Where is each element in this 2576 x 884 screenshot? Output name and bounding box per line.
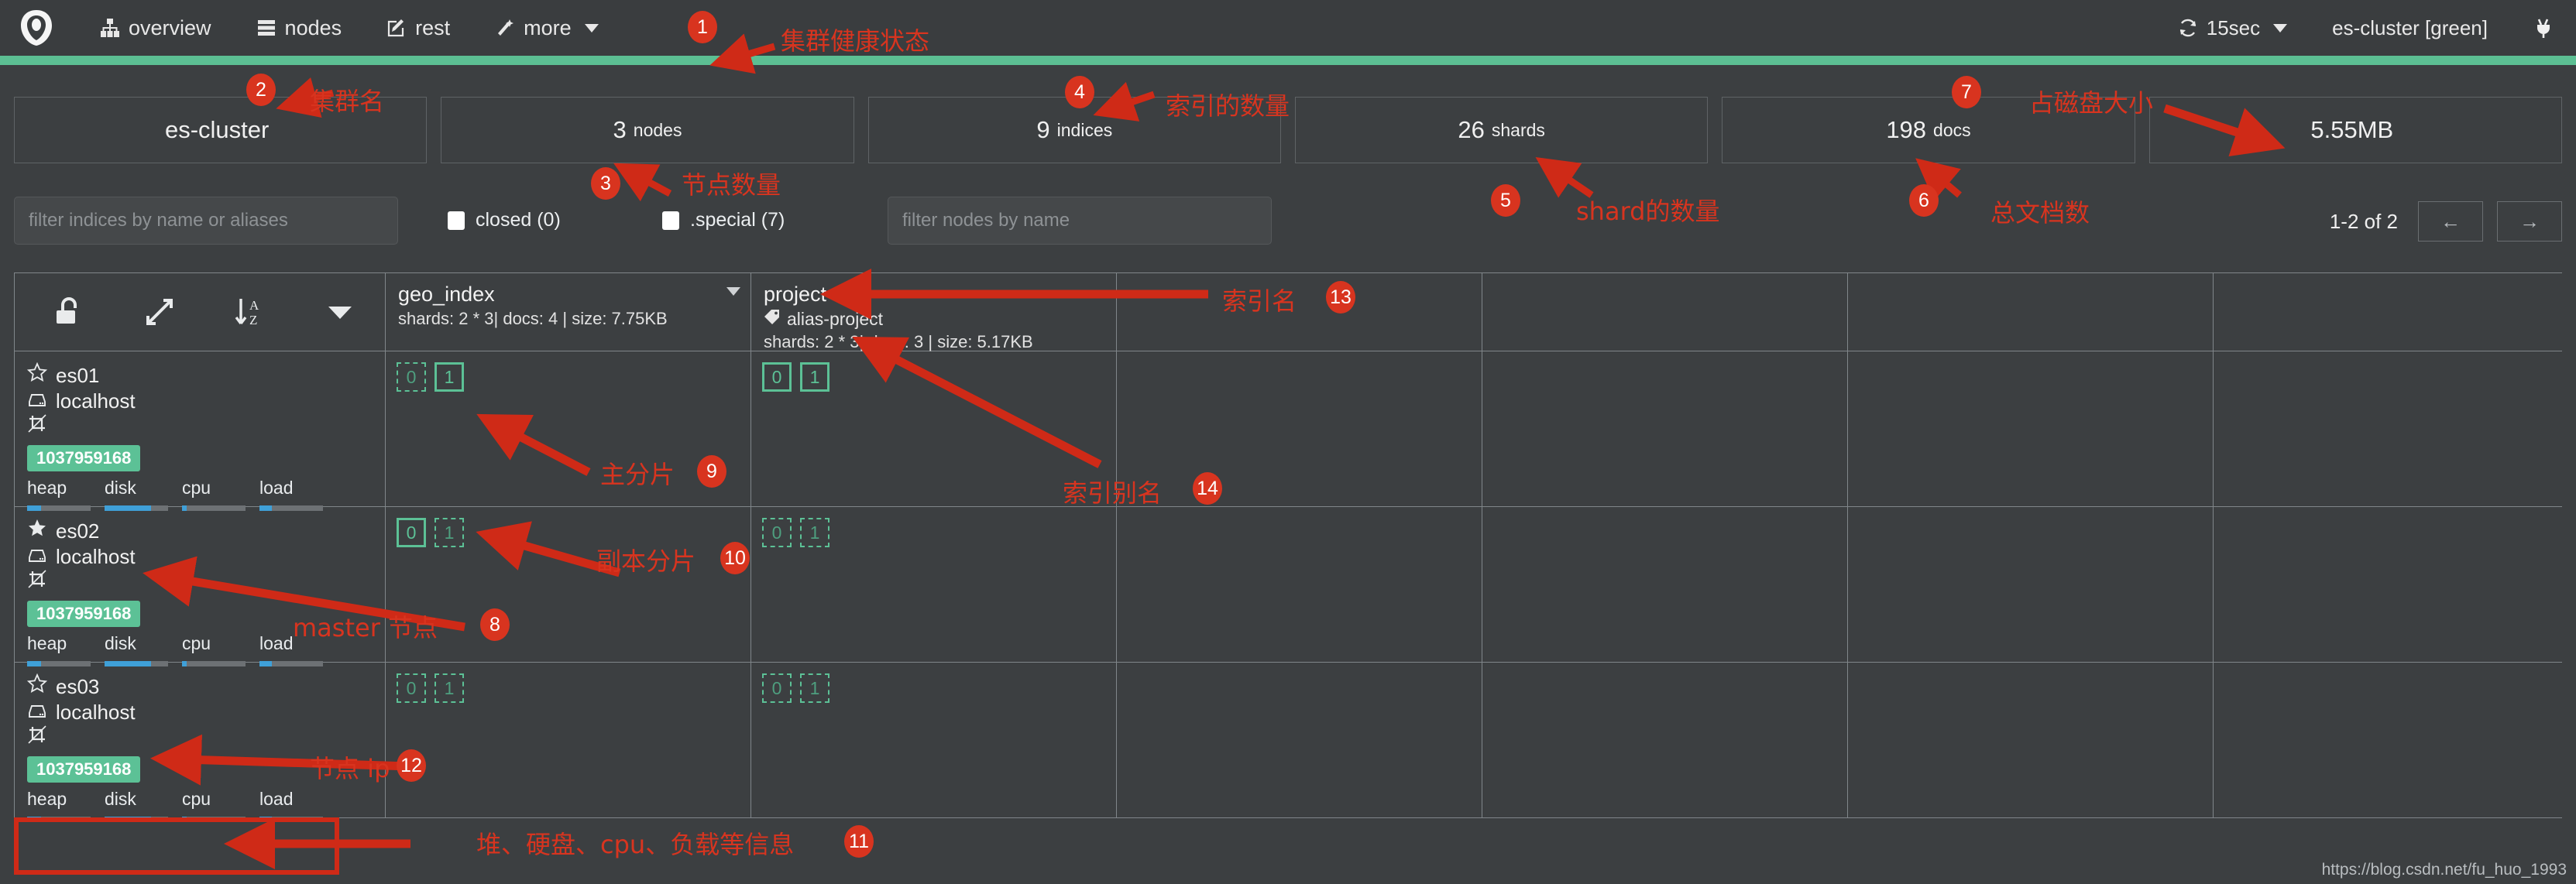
watermark: https://blog.csdn.net/fu_huo_1993 [2321, 861, 2567, 879]
cerebro-overview-page: overview nodes rest more 15sec es-cluste… [0, 0, 2576, 884]
annotation-arrows [143, 33, 2286, 869]
